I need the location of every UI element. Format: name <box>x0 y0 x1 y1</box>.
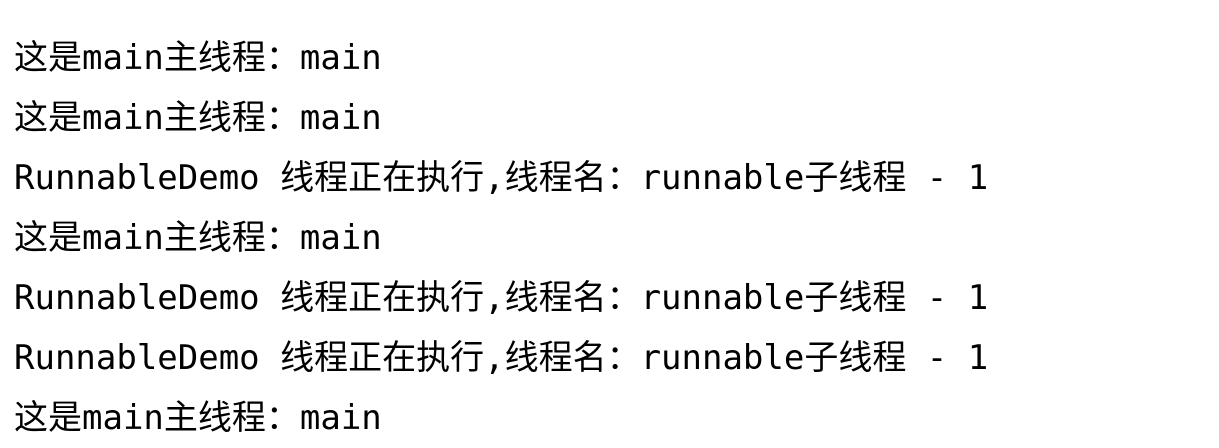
console-line: RunnableDemo 线程正在执行,线程名：runnable子线程 - 1 <box>14 338 989 378</box>
console-line: 这是main主线程：main <box>14 218 382 258</box>
console-output: 这是main主线程：main 这是main主线程：main RunnableDe… <box>14 28 988 448</box>
console-line: 这是main主线程：main <box>14 98 382 138</box>
console-line: 这是main主线程：main <box>14 398 382 438</box>
console-line: RunnableDemo 线程正在执行,线程名：runnable子线程 - 1 <box>14 278 989 318</box>
console-line: 这是main主线程：main <box>14 38 382 78</box>
console-line: RunnableDemo 线程正在执行,线程名：runnable子线程 - 1 <box>14 158 989 198</box>
